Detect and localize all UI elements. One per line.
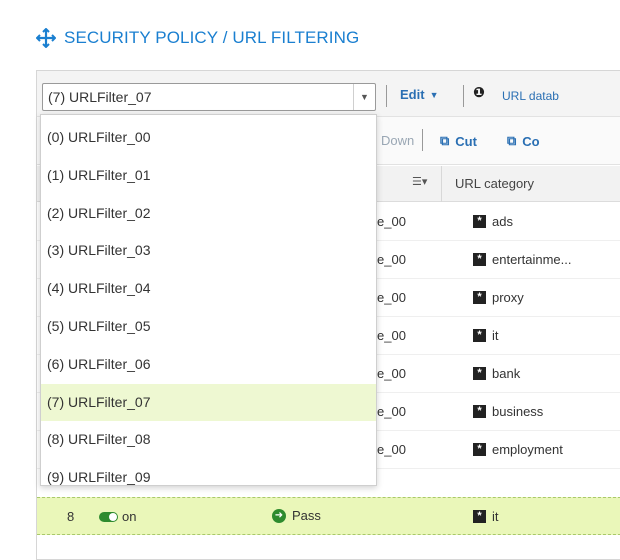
category-label: entertainme... — [492, 252, 572, 267]
filter-select-value: (7) URLFilter_07 — [48, 89, 152, 105]
chevron-down-icon[interactable]: ▼ — [353, 84, 375, 110]
dropdown-option[interactable]: (6) URLFilter_06 — [41, 346, 376, 384]
star-box-icon: * — [473, 329, 486, 342]
copy-label: Co — [522, 133, 540, 149]
star-box-icon: * — [473, 405, 486, 418]
category-label: it — [492, 509, 499, 524]
info-icon[interactable]: ❶ — [473, 84, 485, 101]
filter-dropdown-list[interactable]: (0) URLFilter_00 (1) URLFilter_01 (2) UR… — [40, 114, 377, 486]
row-policy: e_00 — [377, 290, 406, 305]
row-category: * it — [473, 328, 499, 343]
dropdown-option-highlighted[interactable]: (7) URLFilter_07 — [41, 383, 376, 422]
row-policy: e_00 — [377, 328, 406, 343]
copy-button[interactable]: ⧉ Co — [507, 133, 540, 149]
cut-icon: ⧉ — [440, 133, 450, 148]
dropdown-option[interactable]: (3) URLFilter_03 — [41, 232, 376, 270]
dropdown-option[interactable]: (0) URLFilter_00 — [41, 119, 376, 157]
row-policy: e_00 — [377, 442, 406, 457]
dropdown-option[interactable]: (2) URLFilter_02 — [41, 195, 376, 233]
row-category: * bank — [473, 366, 520, 381]
table-row-selected[interactable]: 8 on ➜ Pass * it — [37, 497, 620, 535]
url-database-link[interactable]: URL datab — [502, 89, 559, 103]
edit-label: Edit — [400, 87, 425, 102]
category-label: proxy — [492, 290, 524, 305]
copy-icon: ⧉ — [507, 133, 517, 148]
dropdown-option[interactable]: (5) URLFilter_05 — [41, 308, 376, 346]
row-number: 8 — [67, 509, 75, 524]
star-box-icon: * — [473, 367, 486, 380]
category-label: ads — [492, 214, 513, 229]
star-box-icon: * — [473, 253, 486, 266]
category-label: it — [492, 328, 499, 343]
star-box-icon: * — [473, 443, 486, 456]
category-label: business — [492, 404, 544, 419]
chevron-down-icon: ▼ — [429, 89, 439, 100]
row-category: * business — [473, 404, 543, 419]
top-toolbar: (7) URLFilter_07 ▼ Edit ▼ ❶ URL datab — [37, 71, 620, 117]
star-box-icon: * — [473, 510, 486, 523]
row-policy: e_00 — [377, 252, 406, 267]
status-label: on — [122, 509, 137, 524]
pass-arrow-icon: ➜ — [272, 508, 286, 523]
down-label: Down — [381, 133, 415, 148]
column-divider — [441, 166, 442, 202]
cut-label: Cut — [455, 133, 477, 149]
row-category: * ads — [473, 214, 513, 229]
row-category: * it — [473, 509, 499, 524]
row-category: * entertainme... — [473, 252, 572, 267]
down-button[interactable]: Down — [381, 133, 414, 148]
row-policy: e_00 — [377, 366, 406, 381]
star-box-icon: * — [473, 215, 486, 228]
cut-button[interactable]: ⧉ Cut — [440, 133, 477, 149]
status-toggle[interactable]: on — [99, 509, 136, 524]
toggle-icon[interactable] — [99, 511, 118, 522]
dropdown-option[interactable]: (9) URLFilter_09 — [41, 459, 376, 497]
edit-menu-button[interactable]: Edit ▼ — [400, 87, 438, 102]
action-cell: ➜ Pass — [272, 508, 321, 523]
url-category-header[interactable]: URL category — [455, 176, 534, 191]
dropdown-option[interactable]: (1) URLFilter_01 — [41, 157, 376, 195]
page-header: SECURITY POLICY / URL FILTERING — [36, 28, 359, 48]
category-label: bank — [492, 366, 521, 381]
filter-select[interactable]: (7) URLFilter_07 ▼ — [42, 83, 376, 111]
row-category: * proxy — [473, 290, 524, 305]
toolbar-divider — [422, 129, 423, 151]
row-policy: e_00 — [377, 404, 406, 419]
star-box-icon: * — [473, 291, 486, 304]
row-policy: e_00 — [377, 214, 406, 229]
dropdown-option[interactable]: (4) URLFilter_04 — [41, 270, 376, 308]
category-label: employment — [492, 442, 563, 457]
sort-icon[interactable]: ☰▾ — [412, 175, 427, 188]
action-label: Pass — [292, 508, 321, 523]
toolbar-divider — [386, 85, 387, 107]
row-category: * employment — [473, 442, 563, 457]
toolbar-divider — [463, 85, 464, 107]
dropdown-option[interactable]: (8) URLFilter_08 — [41, 421, 376, 459]
page-title: SECURITY POLICY / URL FILTERING — [64, 28, 360, 47]
move-arrows-icon — [36, 28, 56, 48]
